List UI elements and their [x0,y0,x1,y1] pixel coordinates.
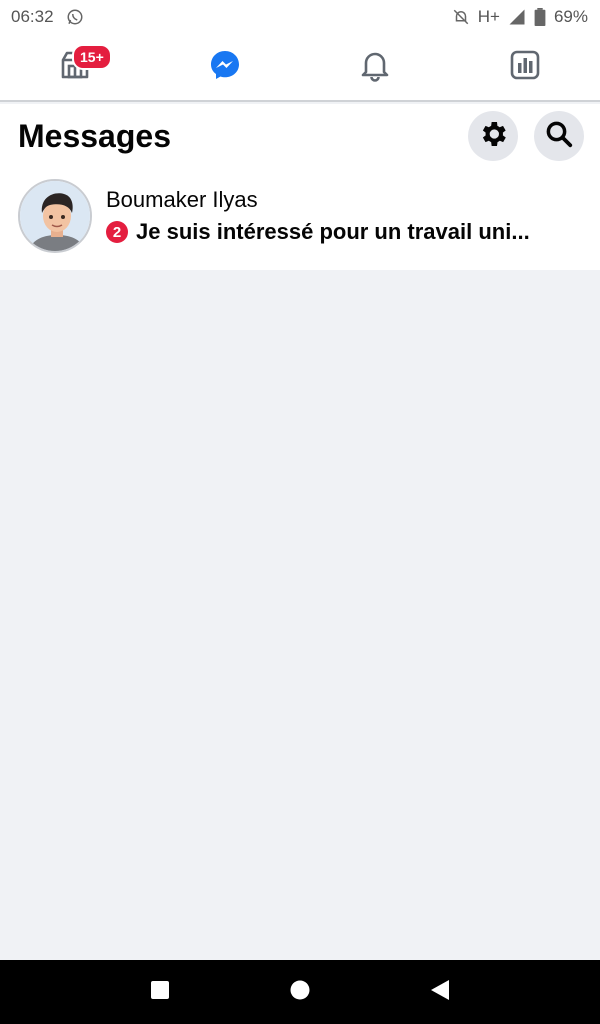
tab-home[interactable]: 15+ [0,34,150,100]
gear-icon [477,118,509,155]
bar-chart-icon [508,48,542,87]
tab-notifications[interactable] [300,34,450,100]
whatsapp-icon [66,8,84,26]
messenger-icon [208,48,242,87]
battery-icon [534,8,546,26]
status-time: 06:32 [11,7,54,26]
tab-insights[interactable] [450,34,600,100]
recents-button[interactable] [140,972,180,1012]
home-button[interactable] [280,972,320,1012]
message-preview: Je suis intéressé pour un travail uni... [136,219,530,244]
back-button[interactable] [420,972,460,1012]
top-nav: 15+ [0,34,600,102]
conversation-item[interactable]: Boumaker Ilyas 2 Je suis intéressé pour … [0,168,600,270]
tab-messenger[interactable] [150,34,300,100]
avatar [18,179,92,253]
search-icon [544,119,574,154]
page-title: Messages [18,117,171,154]
status-bar: 06:32 H+ 69% [0,0,600,34]
notification-badge: 15+ [72,44,112,70]
battery-percent: 69% [553,7,588,26]
square-icon [150,980,170,1005]
messages-header: Messages [0,104,600,168]
network-type: H+ [477,7,500,26]
conversation-list: Boumaker Ilyas 2 Je suis intéressé pour … [0,168,600,270]
back-triangle-icon [429,979,451,1006]
circle-icon [289,979,311,1006]
bell-icon [358,48,392,87]
signal-icon [508,8,526,26]
android-nav-bar [0,960,600,1024]
mute-notifications-icon [452,8,470,26]
unread-count-badge: 2 [106,221,128,243]
search-button[interactable] [534,111,584,161]
conversation-name: Boumaker Ilyas [106,187,258,212]
settings-button[interactable] [468,111,518,161]
